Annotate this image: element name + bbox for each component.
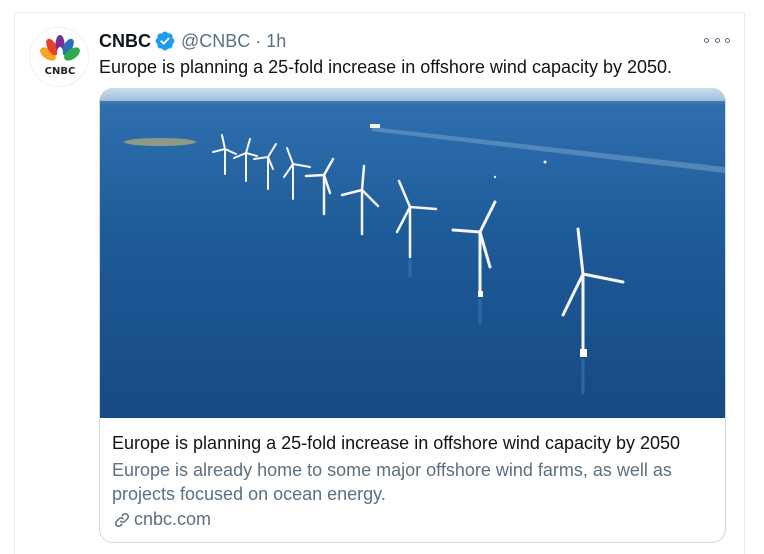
author-name[interactable]: CNBC [99,31,151,52]
link-card[interactable]: Europe is planning a 25-fold increase in… [99,88,726,543]
card-domain[interactable]: cnbc.com [112,509,211,530]
tweet-timestamp[interactable]: 1h [266,31,286,52]
verified-badge-icon [155,31,175,51]
card-description: Europe is already home to some major off… [112,460,672,504]
tweet-header: CNBC @CNBC · 1h [99,29,286,53]
card-title: Europe is planning a 25-fold increase in… [112,433,681,453]
tweet-text: Europe is planning a 25-fold increase in… [99,57,673,77]
header-separator: · [255,30,262,51]
link-icon [114,512,130,527]
avatar[interactable]: CNBC [29,27,89,87]
author-handle[interactable]: @CNBC [181,31,250,52]
card-domain-text: cnbc.com [134,509,212,529]
cnbc-logo-icon: CNBC [40,35,80,77]
tweet-container[interactable]: CNBC CNBC @CNBC · 1h Europe is planning … [14,12,745,554]
more-options-icon[interactable] [704,33,730,47]
card-image[interactable] [100,89,725,418]
svg-text:CNBC: CNBC [45,66,76,77]
